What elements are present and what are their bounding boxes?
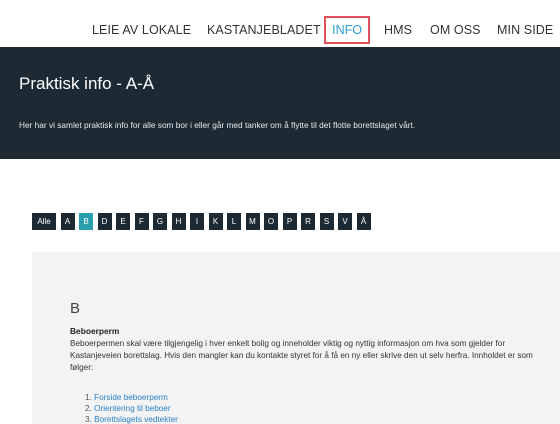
content-panel: B Beboerperm Beboerpermen skal være tilg… [32,252,560,424]
list-item[interactable]: 2. Orientering til beboer [85,403,178,414]
alphabet-button-b[interactable]: B [79,213,93,230]
alphabet-button-alle[interactable]: Alle [32,213,56,230]
list-item[interactable]: 3. Borettslagets vedtekter [85,414,178,424]
alphabet-button-p[interactable]: P [282,213,297,230]
section-letter: B [70,300,81,317]
document-list: 1. Forside beboerperm 2. Orientering til… [85,392,178,424]
alphabet-button-s[interactable]: S [319,213,334,230]
alphabet-button-a[interactable]: A [60,213,75,230]
nav-item-kastanjebladet[interactable]: KASTANJEBLADET [207,23,321,37]
nav-item-min-side[interactable]: MIN SIDE [497,23,553,37]
entry-text: Beboerpermen skal være tilgjengelig i hv… [70,339,533,372]
alphabet-button-r[interactable]: R [301,213,315,230]
list-link[interactable]: Forside beboerperm [94,393,168,402]
alphabet-button-h[interactable]: H [171,213,186,230]
alphabet-button-g[interactable]: G [153,213,167,230]
alphabet-button-m[interactable]: M [245,213,260,230]
alphabet-button-o[interactable]: O [264,213,278,230]
list-link[interactable]: Orientering til beboer [94,404,170,413]
nav-item-leie-av-lokale[interactable]: LEIE AV LOKALE [92,23,191,37]
alphabet-button-e[interactable]: E [116,213,130,230]
nav-item-info[interactable]: INFO [324,16,371,44]
alphabet-button-v[interactable]: V [338,213,352,230]
page-intro: Her har vi samlet praktisk info for alle… [19,120,416,130]
alphabet-button-d[interactable]: D [97,213,112,230]
alphabet-button-l[interactable]: L [227,213,241,230]
nav-item-hms[interactable]: HMS [384,23,412,37]
alphabet-button-k[interactable]: K [208,213,223,230]
list-link[interactable]: Borettslagets vedtekter [94,415,178,424]
hero-banner: Praktisk info - A-Å Her har vi samlet pr… [0,47,560,159]
page-title: Praktisk info - A-Å [19,74,155,93]
top-navigation: LEIE AV LOKALE KASTANJEBLADET INFO HMS O… [0,0,560,46]
alphabet-button-f[interactable]: F [134,213,149,230]
list-item[interactable]: 1. Forside beboerperm [85,392,178,403]
entry-title: Beboerperm [70,326,120,336]
alphabet-button-å[interactable]: Å [356,213,371,230]
nav-item-om-oss[interactable]: OM OSS [430,23,481,37]
alphabet-button-i[interactable]: I [190,213,204,230]
